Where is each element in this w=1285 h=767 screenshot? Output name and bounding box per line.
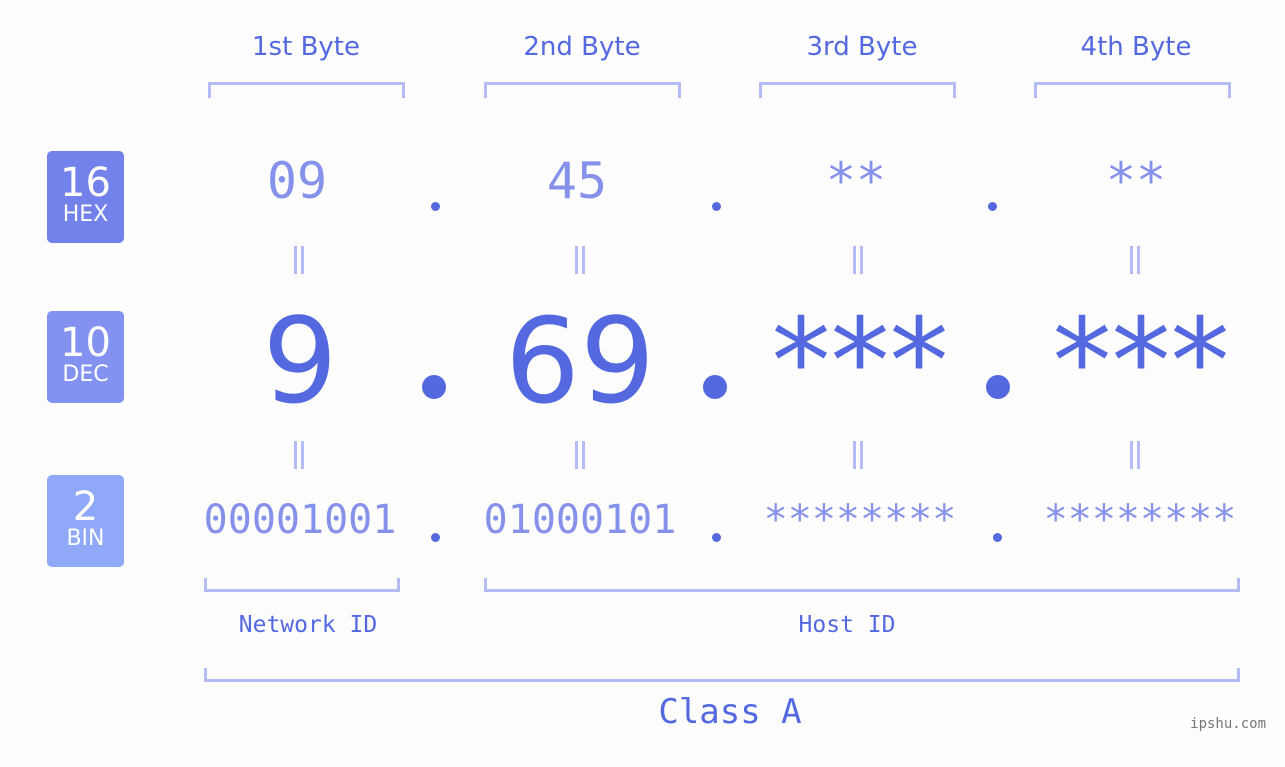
bin-byte-3: ********: [763, 497, 957, 543]
bin-separator-dot: [431, 533, 440, 542]
equals-icon: [1128, 246, 1142, 274]
hex-badge: 16 HEX: [47, 151, 124, 243]
network-id-bracket: [204, 578, 400, 592]
bin-separator-dot: [712, 533, 721, 542]
dec-badge-number: 10: [60, 320, 111, 366]
bin-badge: 2 BIN: [47, 475, 124, 567]
byte-header-4: 4th Byte: [1080, 32, 1192, 62]
dec-badge-label: DEC: [62, 362, 109, 387]
equals-icon: [573, 246, 587, 274]
network-id-label: Network ID: [238, 612, 378, 638]
bin-byte-4: ********: [1043, 497, 1237, 543]
dec-separator-dot: [986, 375, 1010, 399]
dec-badge: 10 DEC: [47, 311, 124, 403]
bin-badge-number: 2: [72, 484, 99, 530]
hex-separator-dot: [988, 202, 997, 211]
equals-icon: [851, 246, 865, 274]
hex-byte-3: **: [825, 152, 887, 210]
dec-byte-3: ***: [771, 292, 949, 430]
equals-icon: [292, 441, 306, 469]
byte-bracket-2: [484, 82, 681, 98]
equals-icon: [573, 441, 587, 469]
hex-byte-1: 09: [266, 152, 328, 210]
byte-header-3: 3rd Byte: [806, 32, 918, 62]
dec-separator-dot: [703, 375, 727, 399]
dec-separator-dot: [422, 375, 446, 399]
byte-header-2: 2nd Byte: [523, 32, 641, 62]
bin-badge-label: BIN: [66, 526, 105, 551]
dec-byte-1: 9: [262, 292, 338, 430]
hex-badge-number: 16: [60, 160, 111, 206]
class-label: Class A: [658, 692, 802, 732]
byte-bracket-4: [1034, 82, 1231, 98]
watermark: ipshu.com: [1190, 716, 1266, 732]
equals-icon: [851, 441, 865, 469]
dec-byte-2: 69: [504, 292, 656, 430]
hex-badge-label: HEX: [62, 202, 109, 227]
hex-separator-dot: [431, 202, 440, 211]
byte-bracket-1: [208, 82, 405, 98]
hex-separator-dot: [712, 202, 721, 211]
byte-header-1: 1st Byte: [252, 32, 360, 62]
host-id-bracket: [484, 578, 1240, 592]
hex-byte-4: **: [1105, 152, 1167, 210]
dec-byte-4: ***: [1052, 292, 1230, 430]
class-bracket: [204, 668, 1240, 682]
bin-byte-1: 00001001: [203, 497, 397, 543]
host-id-label: Host ID: [798, 612, 896, 638]
byte-bracket-3: [759, 82, 956, 98]
hex-byte-2: 45: [546, 152, 608, 210]
equals-icon: [292, 246, 306, 274]
bin-byte-2: 01000101: [483, 497, 677, 543]
bin-separator-dot: [993, 533, 1002, 542]
equals-icon: [1128, 441, 1142, 469]
